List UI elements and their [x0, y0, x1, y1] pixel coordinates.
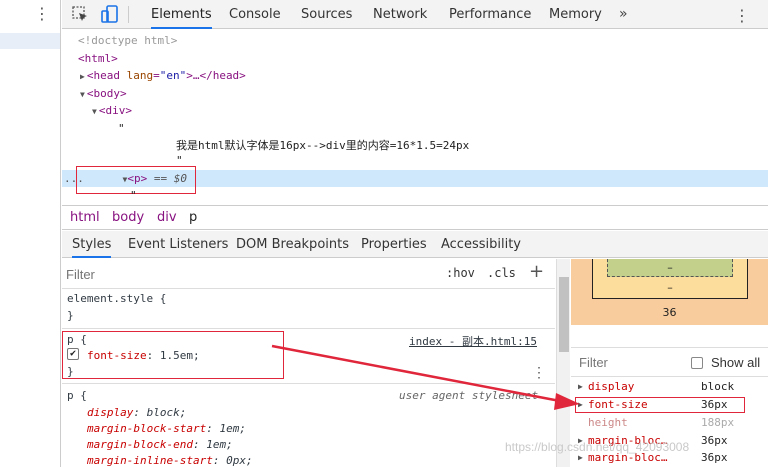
- doctype-node: <!doctype html>: [78, 34, 178, 47]
- selected-row-highlight: [0, 33, 60, 49]
- computed-prop-value: block: [701, 380, 735, 393]
- class-toggle-button[interactable]: .cls: [487, 266, 516, 280]
- ua-property-value[interactable]: : 0px;: [213, 454, 253, 467]
- head-tag-rest: >…</head>: [186, 69, 246, 82]
- dom-body-line[interactable]: ▼ <body>: [62, 85, 768, 102]
- box-model-border[interactable]: – –: [592, 259, 748, 299]
- html-tag: <html>: [78, 52, 118, 65]
- device-toolbar-icon[interactable]: [100, 4, 120, 24]
- dom-quote-line-3: ": [62, 187, 768, 204]
- breadcrumb-html[interactable]: html: [70, 210, 100, 225]
- styles-pane: :hov .cls + element.style { } p { index …: [62, 259, 555, 467]
- border-bottom-value[interactable]: –: [593, 281, 747, 294]
- tab-sources[interactable]: Sources: [301, 0, 352, 29]
- page-sidebar-strip: ⋮: [0, 0, 61, 467]
- head-attr-value: "en": [159, 69, 187, 82]
- show-all-label: Show all: [711, 355, 761, 370]
- text-node-content: 我是html默认字体是16px-->div里的内容=16*1.5=24px: [176, 139, 470, 152]
- tab-network[interactable]: Network: [373, 0, 427, 29]
- computed-prop-value: 36px: [701, 451, 728, 464]
- expand-triangle-icon[interactable]: ▶: [578, 378, 583, 396]
- rule-more-icon[interactable]: ⋮: [532, 365, 546, 381]
- kebab-menu-icon[interactable]: ⋮: [34, 6, 50, 22]
- tab-properties[interactable]: Properties: [361, 231, 427, 258]
- computed-prop-value: 188px: [701, 416, 735, 429]
- rule-close-brace: }: [67, 309, 74, 322]
- annotation-box-font-size-rule: [62, 331, 284, 379]
- head-attr-name: lang: [126, 69, 154, 82]
- computed-pane: – – 36 Filter Show all ▶ display block ▶…: [571, 259, 768, 467]
- box-model-margin[interactable]: – – 36: [571, 259, 768, 325]
- computed-row[interactable]: ▶ display block: [571, 378, 768, 396]
- computed-filter-bar: Filter Show all: [571, 347, 768, 377]
- box-model-diagram: – – 36: [571, 259, 768, 341]
- computed-prop-name: height: [588, 416, 628, 429]
- breadcrumb-div[interactable]: div: [157, 210, 177, 225]
- breadcrumb-body[interactable]: body: [112, 210, 144, 225]
- text-quote: ": [118, 122, 125, 135]
- head-tag-open: <head: [86, 69, 127, 82]
- p-user-agent-rule: p { user agent stylesheet display: block…: [62, 385, 555, 467]
- collapse-triangle-icon[interactable]: ▼: [62, 90, 85, 99]
- rule-source-link[interactable]: index - 副本.html:15: [409, 333, 537, 349]
- tab-performance[interactable]: Performance: [449, 0, 531, 29]
- watermark-text: https://blog.csdn.net/qq_42093008: [505, 440, 690, 454]
- toolbar-divider: [128, 6, 129, 23]
- expand-triangle-icon[interactable]: ▶: [62, 72, 85, 81]
- hover-state-button[interactable]: :hov: [446, 266, 475, 280]
- tab-styles[interactable]: Styles: [72, 231, 112, 258]
- computed-row[interactable]: height 188px: [571, 414, 768, 432]
- body-tag: <body>: [86, 87, 127, 100]
- computed-prop-name: display: [588, 380, 635, 393]
- scrollbar-thumb[interactable]: [559, 277, 569, 352]
- breadcrumb-p[interactable]: p: [189, 210, 197, 225]
- tab-dom-breakpoints[interactable]: DOM Breakpoints: [236, 231, 349, 258]
- dom-quote-line: ": [62, 120, 768, 137]
- margin-bottom-value[interactable]: 36: [571, 306, 768, 319]
- collapse-triangle-icon[interactable]: ▼: [62, 107, 97, 116]
- new-rule-plus-icon[interactable]: +: [529, 261, 544, 282]
- dom-div-line[interactable]: ▼ <div>: [62, 102, 768, 119]
- tab-console[interactable]: Console: [229, 0, 281, 29]
- ua-property-value[interactable]: : 1em;: [206, 422, 246, 435]
- dom-head-line[interactable]: ▶ <head lang="en">…</head>: [62, 67, 768, 84]
- tab-event-listeners[interactable]: Event Listeners: [128, 231, 228, 258]
- ua-property-name[interactable]: display: [87, 406, 133, 419]
- devtools-menu-icon[interactable]: ⋮: [734, 6, 750, 25]
- styles-scrollbar[interactable]: [556, 259, 570, 467]
- ua-property-name[interactable]: margin-block-start: [87, 422, 206, 435]
- text-quote: ": [130, 189, 137, 202]
- element-style-selector[interactable]: element.style {: [67, 292, 166, 305]
- ua-property-name[interactable]: margin-inline-start: [87, 454, 213, 467]
- more-tabs-chevron-icon[interactable]: »: [619, 0, 628, 29]
- annotation-box-font-size-computed: [575, 397, 745, 413]
- user-agent-stylesheet-label: user agent stylesheet: [399, 389, 539, 402]
- inspect-element-icon[interactable]: [70, 4, 90, 24]
- styles-filter-bar: :hov .cls +: [62, 259, 555, 289]
- styles-filter-input[interactable]: [66, 264, 436, 284]
- dom-doctype-line[interactable]: <!doctype html>: [62, 32, 768, 49]
- computed-prop-value: 36px: [701, 434, 728, 447]
- dom-tree: <!doctype html> <html> ▶ <head lang="en">…: [62, 30, 768, 204]
- div-tag: <div>: [98, 104, 132, 117]
- show-all-checkbox[interactable]: [691, 357, 703, 369]
- computed-filter-input[interactable]: Filter: [579, 355, 608, 370]
- ua-property-name[interactable]: margin-block-end: [87, 438, 193, 451]
- breadcrumb: html body div p: [62, 205, 768, 230]
- tab-accessibility[interactable]: Accessibility: [441, 231, 521, 258]
- tab-elements[interactable]: Elements: [151, 0, 212, 29]
- devtools-tab-bar: Elements Console Sources Network Perform…: [62, 0, 768, 29]
- elements-subtab-bar: Styles Event Listeners DOM Breakpoints P…: [62, 231, 768, 258]
- element-style-rule: element.style { }: [62, 289, 555, 329]
- ua-property-value[interactable]: : block;: [133, 406, 186, 419]
- box-model-padding[interactable]: –: [607, 259, 733, 277]
- rule-selector[interactable]: p {: [67, 389, 87, 402]
- dom-html-line[interactable]: <html>: [62, 50, 768, 67]
- tab-memory[interactable]: Memory: [549, 0, 602, 29]
- padding-bottom-value[interactable]: –: [608, 261, 732, 274]
- ua-property-value[interactable]: : 1em;: [193, 438, 233, 451]
